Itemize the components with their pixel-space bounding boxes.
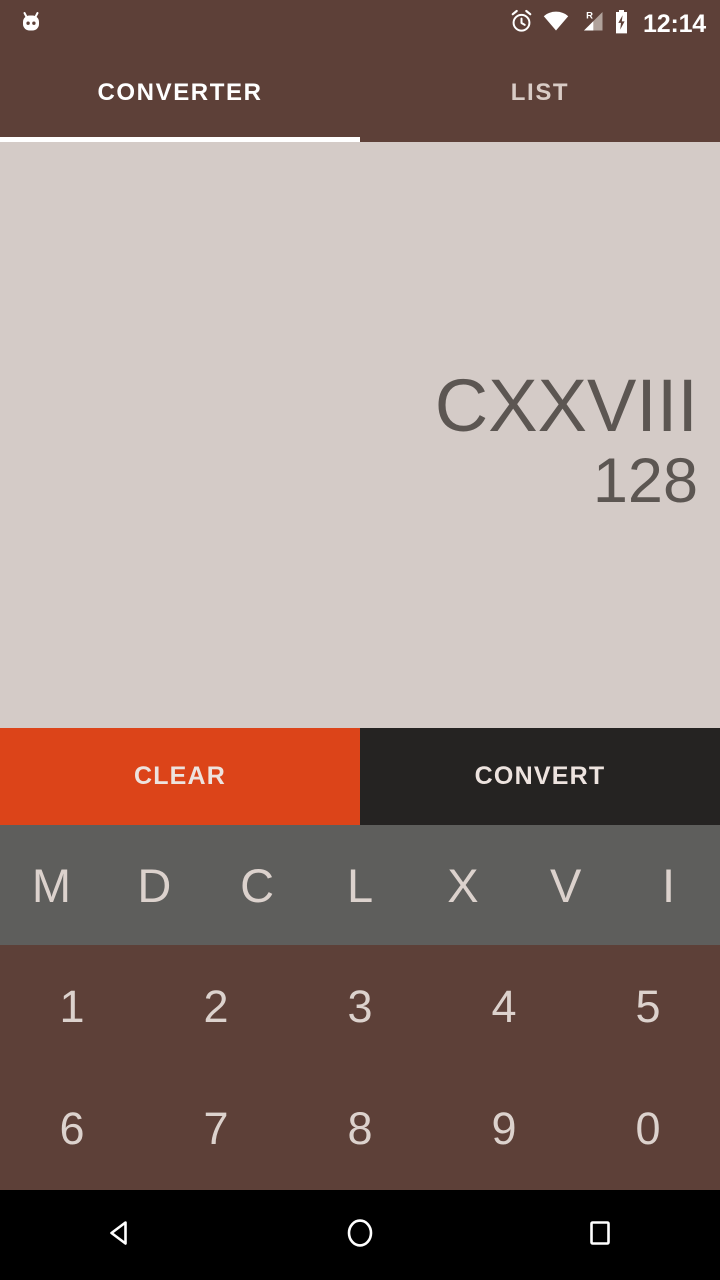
android-marshmallow-icon: [16, 7, 46, 42]
back-icon: [102, 1215, 138, 1256]
roman-key-m[interactable]: M: [0, 825, 103, 945]
svg-text:R: R: [586, 11, 593, 22]
action-button-row: CLEAR CONVERT: [0, 728, 720, 825]
tab-list[interactable]: LIST: [360, 48, 720, 142]
nav-home-button[interactable]: [240, 1190, 480, 1280]
roman-key-c[interactable]: C: [206, 825, 309, 945]
tab-converter-label: CONVERTER: [97, 79, 263, 106]
status-bar: R 12:14: [0, 0, 720, 48]
app-screen: R 12:14 CONVERTER LIST CXXVIII 128 CLEAR: [0, 0, 720, 1280]
status-bar-clock: 12:14: [643, 9, 706, 38]
digit-key-5[interactable]: 5: [576, 945, 720, 1068]
wifi-icon: [543, 9, 569, 39]
android-navigation-bar: [0, 1190, 720, 1280]
roman-key-x[interactable]: X: [411, 825, 514, 945]
clear-button[interactable]: CLEAR: [0, 728, 360, 825]
status-bar-notifications: [16, 7, 46, 42]
nav-recents-button[interactable]: [480, 1190, 720, 1280]
roman-numeral-keypad: M D C L X V I: [0, 825, 720, 945]
nav-back-button[interactable]: [0, 1190, 240, 1280]
roman-key-v[interactable]: V: [514, 825, 617, 945]
tab-list-label: LIST: [510, 79, 570, 106]
digit-key-2[interactable]: 2: [144, 945, 288, 1068]
keypad-row: 6 7 8 9 0: [0, 1068, 720, 1191]
alarm-icon: [509, 9, 534, 39]
tab-bar: CONVERTER LIST: [0, 48, 720, 142]
digit-key-0[interactable]: 0: [576, 1068, 720, 1191]
roman-key-d[interactable]: D: [103, 825, 206, 945]
digit-key-6[interactable]: 6: [0, 1068, 144, 1191]
conversion-display[interactable]: CXXVIII 128: [0, 142, 720, 728]
home-icon: [342, 1215, 378, 1256]
digit-key-7[interactable]: 7: [144, 1068, 288, 1191]
keypad-row: 1 2 3 4 5: [0, 945, 720, 1068]
tab-converter[interactable]: CONVERTER: [0, 48, 360, 142]
battery-charging-icon: [613, 9, 630, 40]
digit-key-1[interactable]: 1: [0, 945, 144, 1068]
roman-numeral-value: CXXVIII: [434, 364, 698, 448]
status-bar-system-icons: R 12:14: [509, 9, 706, 40]
recents-icon: [582, 1215, 618, 1256]
arabic-number-value: 128: [592, 446, 698, 517]
roman-key-i[interactable]: I: [617, 825, 720, 945]
digit-key-3[interactable]: 3: [288, 945, 432, 1068]
digit-key-4[interactable]: 4: [432, 945, 576, 1068]
digit-key-9[interactable]: 9: [432, 1068, 576, 1191]
roman-key-l[interactable]: L: [309, 825, 412, 945]
digit-key-8[interactable]: 8: [288, 1068, 432, 1191]
digit-keypad: 1 2 3 4 5 6 7 8 9 0: [0, 945, 720, 1190]
convert-button[interactable]: CONVERT: [360, 728, 720, 825]
signal-roaming-icon: R: [578, 9, 604, 39]
